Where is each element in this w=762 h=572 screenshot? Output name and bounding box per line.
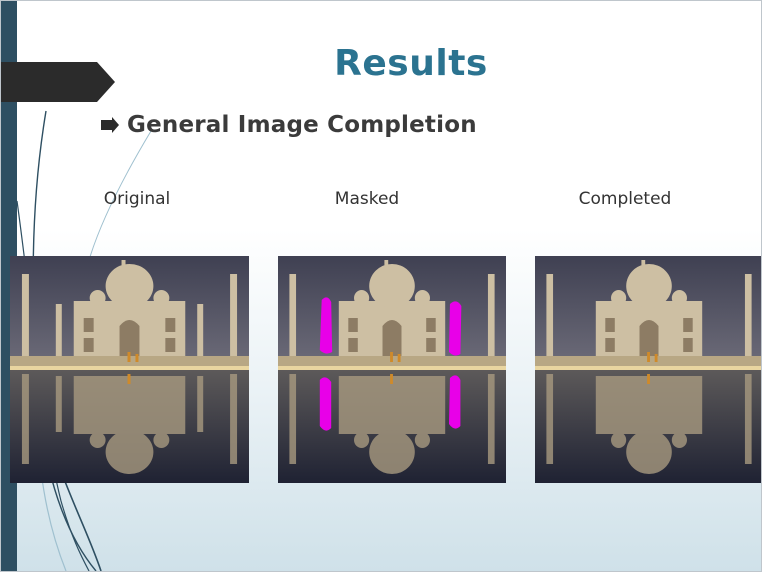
taj-mahal-photo [10, 256, 249, 483]
caption-masked: Masked [334, 189, 400, 209]
original-image [10, 256, 249, 483]
caption-original: Original [103, 189, 171, 209]
masked-image [278, 256, 506, 483]
caption-completed: Completed [578, 189, 672, 209]
arrow-right-bullet-icon [101, 117, 119, 133]
bullet-item: General Image Completion [101, 109, 477, 141]
slide: Results General Image Completion Origina… [0, 0, 762, 572]
taj-mahal-masked-photo [278, 256, 506, 483]
taj-mahal-completed-photo [535, 256, 761, 483]
page-title: Results [334, 43, 488, 84]
completed-image [535, 256, 761, 483]
bullet-text: General Image Completion [127, 112, 477, 138]
